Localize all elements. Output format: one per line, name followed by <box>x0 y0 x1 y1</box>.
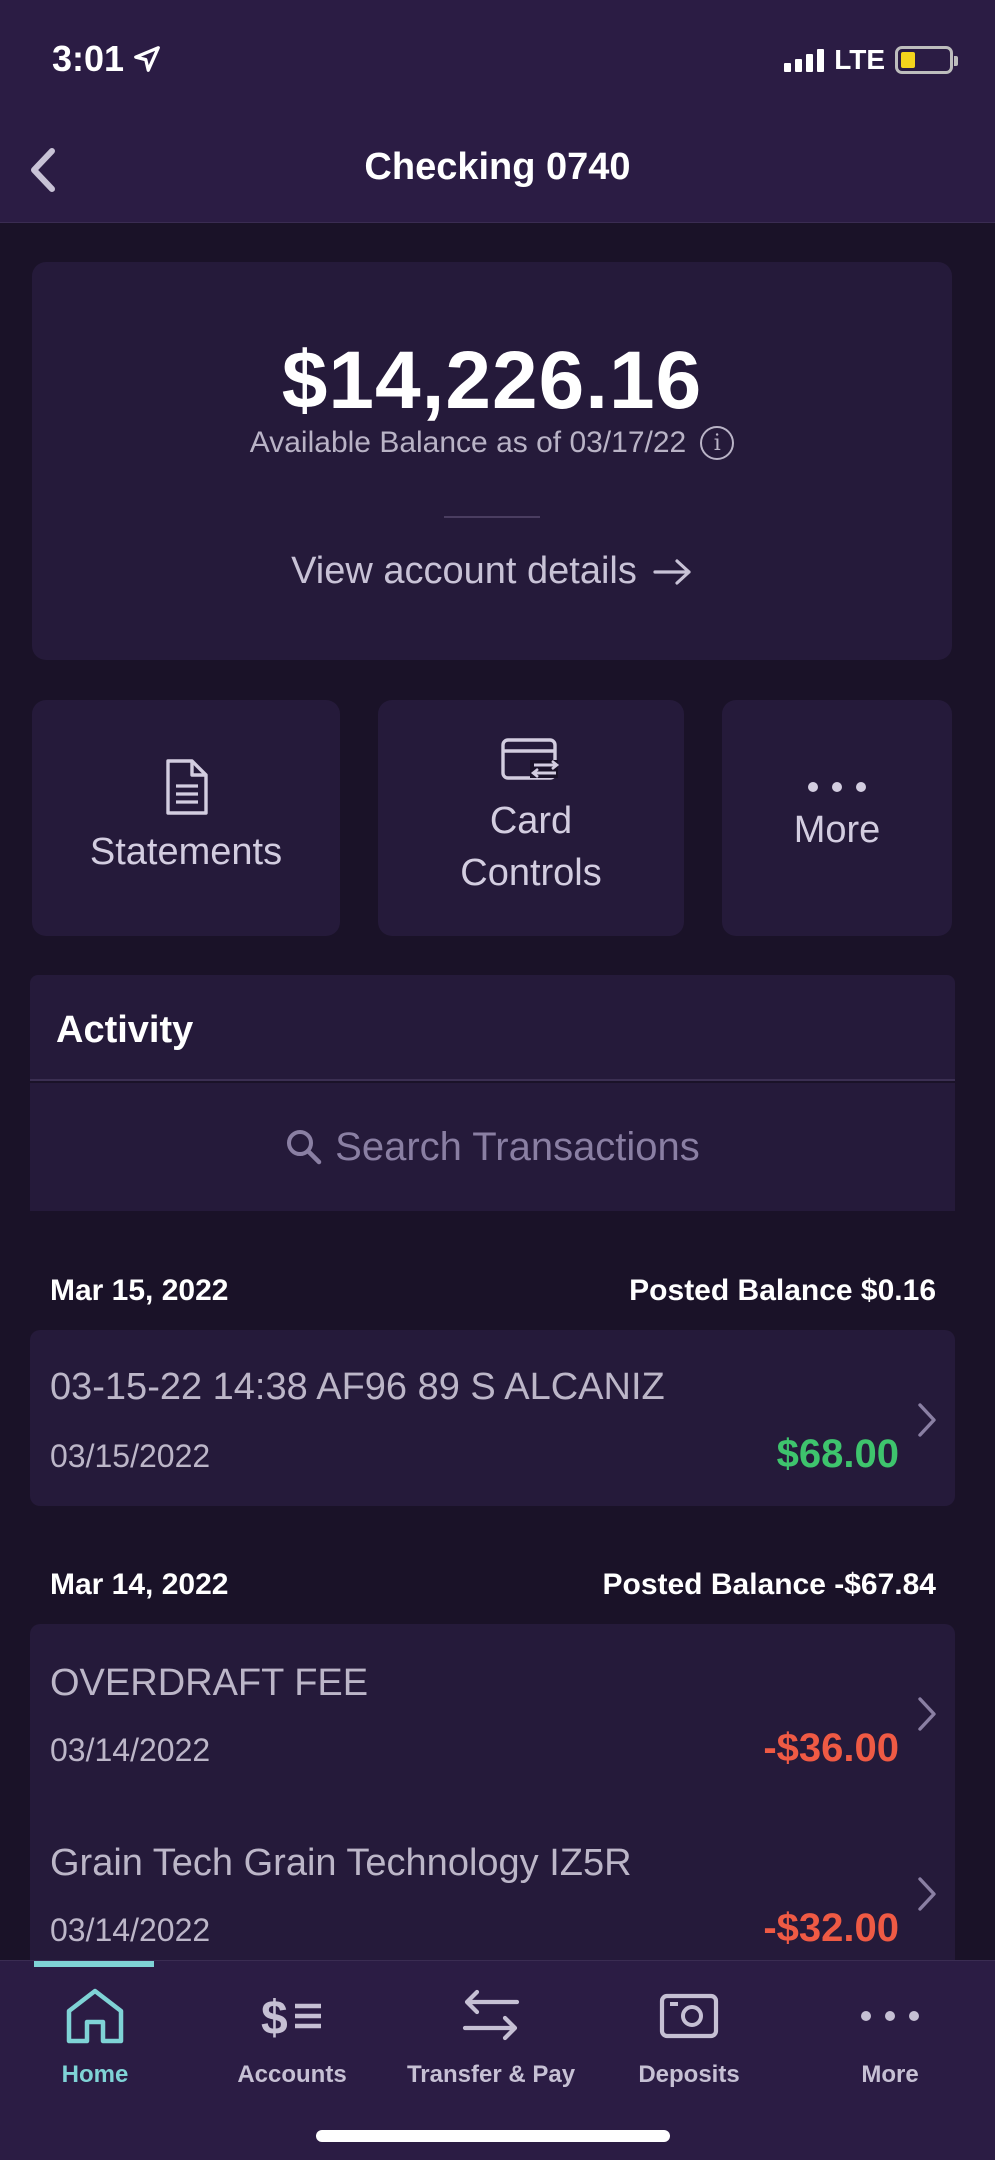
status-time: 3:01 <box>52 38 162 80</box>
transaction-row[interactable]: Grain Tech Grain Technology IZ5R 03/14/2… <box>30 1804 955 1960</box>
activity-title: Activity <box>56 1009 194 1051</box>
available-balance: $14,226.16 <box>281 335 703 426</box>
card-controls-button[interactable]: Card Controls <box>378 700 684 936</box>
nav-transfer-label: Transfer & Pay <box>406 2061 576 2088</box>
status-indicators: LTE <box>784 44 958 76</box>
home-indicator[interactable] <box>316 2130 670 2142</box>
transaction-date: 03/14/2022 <box>50 1912 211 1948</box>
arrow-right-icon <box>653 558 691 585</box>
view-account-details-link[interactable]: View account details <box>32 550 952 593</box>
statements-button[interactable]: Statements <box>32 700 340 936</box>
search-transactions-input[interactable]: Search Transactions <box>30 1083 955 1211</box>
view-details-label: View account details <box>291 550 637 592</box>
search-icon <box>287 1130 322 1165</box>
nav-transfer-pay[interactable]: Transfer & Pay <box>396 1981 586 2089</box>
balance-card: $14,226.16 Available Balance as of 03/17… <box>32 262 952 660</box>
divider <box>444 516 540 518</box>
transaction-date: 03/14/2022 <box>50 1732 211 1768</box>
date-group-header: Mar 14, 2022 Posted Balance -$67.84 <box>50 1568 936 1602</box>
svg-text:$: $ <box>261 1992 288 2044</box>
statements-label: Statements <box>89 831 283 873</box>
status-time-text: 3:01 <box>52 38 125 79</box>
nav-more[interactable]: More <box>795 1981 985 2089</box>
nav-deposits-label: Deposits <box>638 2061 740 2088</box>
status-bar: 3:01 LTE <box>0 0 995 120</box>
date-group-header: Mar 15, 2022 Posted Balance $0.16 <box>50 1274 936 1308</box>
search-placeholder: Search Transactions <box>335 1124 700 1169</box>
signal-icon <box>784 48 825 72</box>
page-title: Checking 0740 <box>364 146 631 188</box>
transaction-description: Grain Tech Grain Technology IZ5R <box>50 1842 632 1884</box>
transaction-row[interactable]: 03-15-22 14:38 AF96 89 S ALCANIZ 03/15/2… <box>30 1330 955 1506</box>
posted-balance: Posted Balance $0.16 <box>629 1274 936 1307</box>
nav-accounts-label: Accounts <box>237 2061 347 2088</box>
nav-home-label: Home <box>61 2061 129 2088</box>
active-tab-indicator <box>34 1961 154 1967</box>
transaction-description: 03-15-22 14:38 AF96 89 S ALCANIZ <box>50 1366 665 1408</box>
battery-icon <box>895 46 958 74</box>
ellipsis-icon <box>808 782 866 792</box>
network-label: LTE <box>834 44 885 75</box>
transaction-description: OVERDRAFT FEE <box>50 1662 369 1704</box>
nav-home[interactable]: Home <box>0 1981 190 2089</box>
card-controls-icon <box>501 738 560 780</box>
location-arrow-icon <box>134 46 160 72</box>
document-icon <box>166 759 208 815</box>
group-date: Mar 15, 2022 <box>50 1274 229 1307</box>
transaction-row[interactable]: OVERDRAFT FEE 03/14/2022 -$36.00 <box>30 1624 955 1804</box>
info-icon[interactable]: i <box>700 426 735 460</box>
transfer-icon <box>462 1989 520 2041</box>
more-icon <box>861 2011 919 2021</box>
group-date: Mar 14, 2022 <box>50 1568 229 1601</box>
more-actions-button[interactable]: More <box>722 700 952 936</box>
transaction-amount: -$32.00 <box>763 1906 899 1950</box>
transaction-amount: -$36.00 <box>763 1726 899 1770</box>
more-actions-label: More <box>793 809 881 851</box>
nav-accounts[interactable]: $ Accounts <box>197 1981 387 2089</box>
nav-more-label: More <box>861 2061 919 2088</box>
chevron-right-icon <box>918 1403 936 1437</box>
chevron-right-icon <box>918 1697 936 1731</box>
activity-header: Activity <box>30 975 955 1081</box>
transaction-date: 03/15/2022 <box>50 1438 211 1474</box>
balance-subtitle-text: Available Balance as of 03/17/22 <box>249 426 687 459</box>
deposit-icon <box>659 1993 719 2039</box>
card-controls-label: Card Controls <box>460 800 602 894</box>
transaction-amount: $68.00 <box>776 1432 899 1476</box>
nav-header: Checking 0740 <box>0 120 995 223</box>
chevron-right-icon <box>918 1877 936 1911</box>
home-icon <box>66 1988 124 2044</box>
posted-balance: Posted Balance -$67.84 <box>602 1568 936 1601</box>
balance-subtitle: Available Balance as of 03/17/22 i <box>32 426 952 460</box>
nav-deposits[interactable]: Deposits <box>594 1981 784 2089</box>
accounts-icon: $ <box>261 1992 321 2044</box>
